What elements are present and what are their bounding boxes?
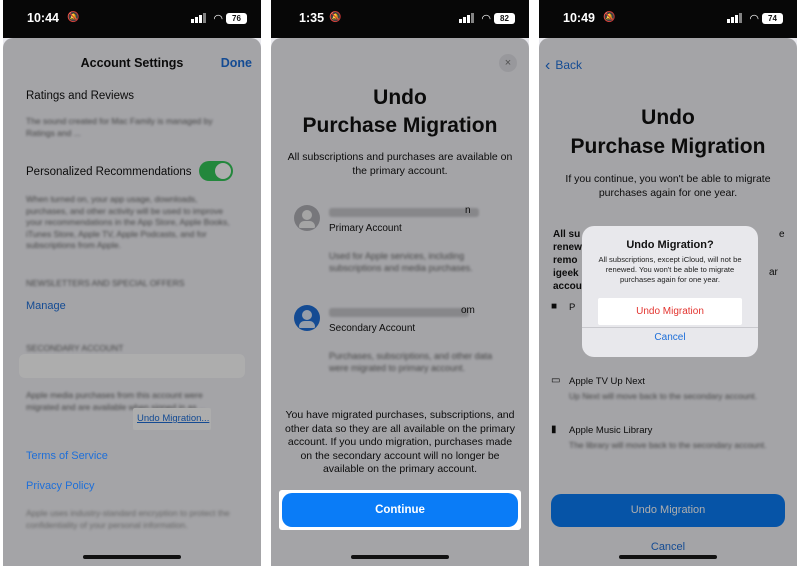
cellular-signal-icon [191, 13, 206, 23]
tv-icon: ▭ [551, 375, 561, 386]
secondary-email-suffix: om [461, 305, 475, 316]
undo-migration-link[interactable]: Undo Migration... [137, 413, 209, 424]
screen-undo-migration-confirm: 10:49 🔕 ◠ 74 ‹ Back Undo Purchase Migrati… [539, 0, 797, 566]
secondary-account-email-redacted [329, 308, 469, 317]
wifi-icon: ◠ [213, 13, 223, 25]
undo-migration-highlight: Undo Migration... [133, 408, 211, 430]
wifi-icon: ◠ [481, 13, 491, 25]
apple-tv-title: Apple TV Up Next [569, 376, 645, 387]
secondary-account-avatar [294, 305, 320, 331]
undo-migration-sheet: × Undo Purchase Migration All subscripti… [271, 38, 529, 566]
migration-note: You have migrated purchases, subscriptio… [285, 409, 515, 475]
battery-icon: 74 [762, 13, 783, 24]
status-time: 10:49 [563, 11, 595, 25]
partial-text-b: renew [553, 242, 582, 253]
status-time: 1:35 [299, 11, 325, 25]
undo-migration-alert: Undo Migration? All subscriptions, excep… [582, 226, 758, 357]
home-indicator [619, 555, 717, 559]
apple-music-description: The library will move back to the second… [569, 440, 767, 450]
ratings-description: The sound created for Mac Family is mana… [26, 116, 213, 138]
secondary-account-description: Purchases, subscriptions, and other data… [329, 351, 493, 373]
page-title-line1: Undo [641, 106, 695, 129]
ratings-reviews-item[interactable]: Ratings and Reviews [26, 90, 134, 102]
apple-music-title: Apple Music Library [569, 425, 653, 436]
music-library-icon: ▮ [551, 424, 557, 435]
personalized-recommendations-label: Personalized Recommendations [26, 166, 192, 178]
alert-divider [582, 327, 758, 328]
secondary-account-label: Secondary Account [329, 323, 416, 334]
page-title-line2: Purchase Migration [570, 135, 766, 158]
alert-cancel-button[interactable]: Cancel [582, 332, 758, 343]
status-bar: 1:35 🔕 ◠ 82 [271, 0, 529, 38]
cellular-signal-icon [727, 13, 742, 23]
wifi-icon: ◠ [749, 13, 759, 25]
status-bar: 10:49 🔕 ◠ 74 [539, 0, 797, 38]
alert-message: All subscriptions, except iCloud, will n… [598, 255, 742, 284]
battery-icon: 82 [494, 13, 515, 24]
partial-text-a-tail: e [779, 229, 785, 240]
home-indicator [351, 555, 449, 559]
silent-bell-icon: 🔕 [67, 12, 80, 23]
screen-undo-purchase-migration: 1:35 🔕 ◠ 82 × Undo Purchase Migration Al… [271, 0, 529, 566]
secondary-account-field [19, 354, 245, 378]
back-label: Back [555, 58, 583, 72]
primary-account-description: Used for Apple services, including subsc… [329, 251, 473, 273]
manage-link[interactable]: Manage [26, 300, 66, 312]
partial-text-c: remo [553, 255, 578, 266]
partial-text-a: All su [553, 229, 581, 240]
encryption-footer: Apple uses industry-standard encryption … [26, 508, 230, 530]
done-button[interactable]: Done [221, 56, 252, 70]
continue-button[interactable]: Continue [282, 493, 518, 527]
apple-tv-description: Up Next will move back to the secondary … [569, 391, 758, 401]
terms-of-service-link[interactable]: Terms of Service [26, 450, 108, 462]
partial-text-e: accou [553, 281, 582, 292]
secondary-account-header: SECONDARY ACCOUNT [26, 343, 124, 353]
recommendations-description: When turned on, your app usage, download… [26, 194, 230, 250]
subtitle: All subscriptions and purchases are avai… [287, 151, 513, 177]
page-title-line1: Undo [373, 86, 427, 109]
page-title-line2: Purchase Migration [302, 114, 498, 137]
primary-email-suffix: n [465, 205, 471, 216]
primary-account-avatar [294, 205, 320, 231]
undo-migration-confirm-sheet: ‹ Back Undo Purchase Migration If you con… [539, 38, 797, 566]
battery-icon: 76 [226, 13, 247, 24]
primary-account-email-redacted [329, 208, 479, 217]
cancel-button[interactable]: Cancel [539, 541, 797, 553]
silent-bell-icon: 🔕 [603, 12, 616, 23]
newsletters-section-header: NEWSLETTERS AND SPECIAL OFFERS [26, 278, 185, 288]
cellular-signal-icon [459, 13, 474, 23]
continue-highlight: Continue [279, 490, 521, 530]
shopping-bag-icon: ■ [551, 301, 558, 312]
silent-bell-icon: 🔕 [329, 12, 342, 23]
chevron-left-icon: ‹ [545, 57, 551, 74]
undo-migration-button[interactable]: Undo Migration [551, 494, 785, 527]
primary-account-label: Primary Account [329, 223, 402, 234]
partial-text-p: P [569, 302, 576, 313]
back-button[interactable]: ‹ Back [545, 56, 582, 74]
partial-text-c-tail: ar [769, 267, 778, 278]
close-icon[interactable]: × [499, 54, 517, 72]
account-settings-sheet: Account Settings Done Ratings and Review… [3, 38, 261, 566]
status-bar: 10:44 🔕 ◠ 76 [3, 0, 261, 38]
screen-account-settings: 10:44 🔕 ◠ 76 Account Settings Done Ratin… [3, 0, 261, 566]
subtitle: If you continue, you won't be able to mi… [565, 173, 771, 199]
alert-undo-migration-button[interactable]: Undo Migration [598, 298, 742, 325]
alert-undo-highlight: Undo Migration [598, 298, 742, 325]
status-time: 10:44 [27, 11, 59, 25]
partial-text-d: igeek [553, 268, 579, 279]
home-indicator [83, 555, 181, 559]
alert-title: Undo Migration? [626, 239, 714, 251]
personalized-recommendations-toggle[interactable] [199, 161, 233, 181]
privacy-policy-link[interactable]: Privacy Policy [26, 480, 94, 492]
